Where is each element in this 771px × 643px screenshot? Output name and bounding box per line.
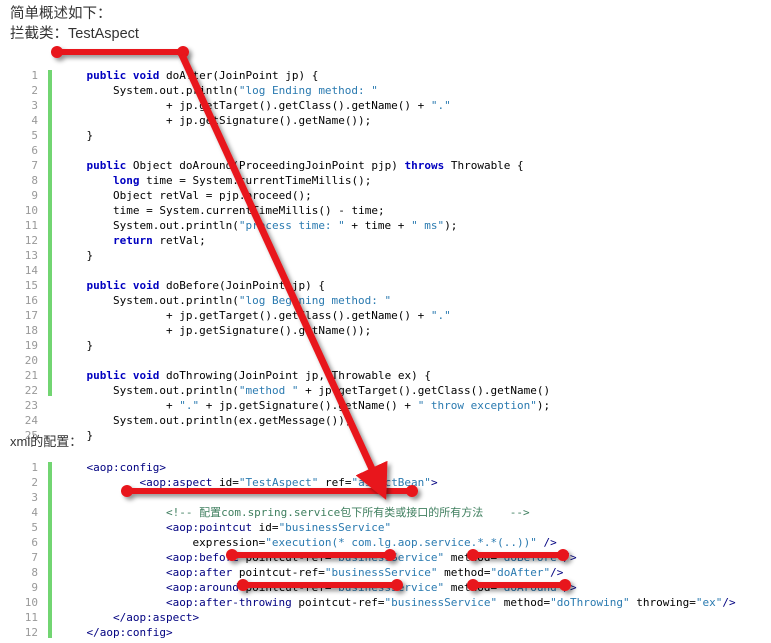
line-number: 5 [31,129,38,142]
code-line: public void doAfter(JoinPoint jp) { [86,69,319,82]
code-line: Object retVal = pjp.proceed(); [112,189,312,202]
xml-code-block[interactable]: 1 2 3 4 5 6 7 8 9 10 11 12 <aop:config> <aop:aspect… [10,460,761,640]
code-line: long time = System.currentTimeMillis(); [112,174,372,187]
code-line: System.out.println("log Ending method: " [112,84,378,97]
intercept-class-line: 拦截类：TestAspect [10,26,139,42]
code-line: System.out.println("method " + jp.getTar… [112,384,551,397]
line-number: 1 [31,461,38,474]
code-line: System.out.println("log Begining method:… [112,294,392,307]
xml-code-lines: <aop:config> <aop:aspect id="TestAspect"… [60,460,736,640]
line-number: 9 [31,189,38,202]
code-line: } [60,339,94,352]
testaspect-underline [51,46,189,58]
intro-line-1: 简单概述如下： [10,6,112,22]
code-line: public void doBefore(JoinPoint jp) { [86,279,325,292]
line-number: 12 [24,234,38,247]
code-line: } [60,129,94,142]
line-number: 10 [24,204,38,217]
line-number: 16 [24,294,38,307]
code-line: <aop:aspect id="TestAspect" ref="aspectB… [139,476,438,489]
line-number: 23 [24,399,38,412]
line-number: 11 [24,219,38,232]
code-line: expression="execution(* com.lg.aop.servi… [60,536,557,549]
code-line: } [60,429,94,442]
line-number: 12 [24,626,38,639]
line-number: 20 [24,354,38,367]
line-number: 24 [24,414,38,427]
code-line: + jp.getSignature().getName()); [60,324,372,337]
code-line: + jp.getTarget().getClass().getName() + … [60,99,451,112]
code-line: System.out.println(ex.getMessage()); [112,414,352,427]
line-number: 10 [24,596,38,609]
line-number: 8 [31,566,38,579]
code-line: } [60,249,94,262]
line-number: 18 [24,324,38,337]
code-line: + jp.getSignature().getName()); [60,114,372,127]
code-line: + jp.getTarget().getClass().getName() + … [60,309,451,322]
line-number: 6 [31,536,38,549]
xml-line-number-gutter: 1 2 3 4 5 6 7 8 9 10 11 12 [10,460,38,640]
code-line: return retVal; [112,234,206,247]
line-number: 4 [31,506,38,519]
code-line: <aop:around pointcut-ref="businessServic… [165,581,577,594]
xml-code-rail [48,462,52,638]
code-line: <aop:config> [86,461,166,474]
code-line: <aop:pointcut id="businessService" [165,521,392,534]
line-number: 21 [24,369,38,382]
code-line: System.out.println("process time: " + ti… [112,219,458,232]
line-number: 14 [24,264,38,277]
java-code-block[interactable]: 1 2 3 4 5 6 7 8 9 10 11 12 13 14 15 16 17 18 19 20 21 22 23 24 2… [10,68,761,442]
code-line: public void doThrowing(JoinPoint jp, Thr… [86,369,431,382]
java-line-number-gutter: 1 2 3 4 5 6 7 8 9 10 11 12 13 14 15 16 17 18 19 20 21 22 23 24 2… [10,68,38,443]
line-number: 8 [31,174,38,187]
line-number: 4 [31,114,38,127]
line-number: 3 [31,99,38,112]
line-number: 3 [31,491,38,504]
line-number: 2 [31,476,38,489]
code-line: + "." + jp.getSignature().getName() + " … [60,399,551,412]
code-line: <!-- 配置com.spring.service包下所有类或接口的所有方法 -… [60,506,530,519]
line-number: 5 [31,521,38,534]
code-line: <aop:after pointcut-ref="businessService… [165,566,564,579]
code-line: </aop:config> [86,626,173,639]
line-number: 22 [24,384,38,397]
line-number: 6 [31,144,38,157]
line-number: 19 [24,339,38,352]
line-number: 2 [31,84,38,97]
code-line: </aop:aspect> [112,611,200,624]
line-number: 7 [31,551,38,564]
xml-config-label: xml的配置： [10,434,83,449]
line-number: 15 [24,279,38,292]
line-number: 9 [31,581,38,594]
line-number: 1 [31,69,38,82]
line-number: 17 [24,309,38,322]
code-line: <aop:after-throwing pointcut-ref="busine… [165,596,736,609]
line-number: 13 [24,249,38,262]
code-line: public Object doAround(ProceedingJoinPoi… [86,159,524,172]
java-code-rail [48,70,52,396]
line-number: 7 [31,159,38,172]
java-code-lines: public void doAfter(JoinPoint jp) { Syst… [60,68,550,443]
code-line: <aop:before pointcut-ref="businessServic… [165,551,577,564]
code-line: time = System.currentTimeMillis() - time… [112,204,385,217]
line-number: 11 [24,611,38,624]
